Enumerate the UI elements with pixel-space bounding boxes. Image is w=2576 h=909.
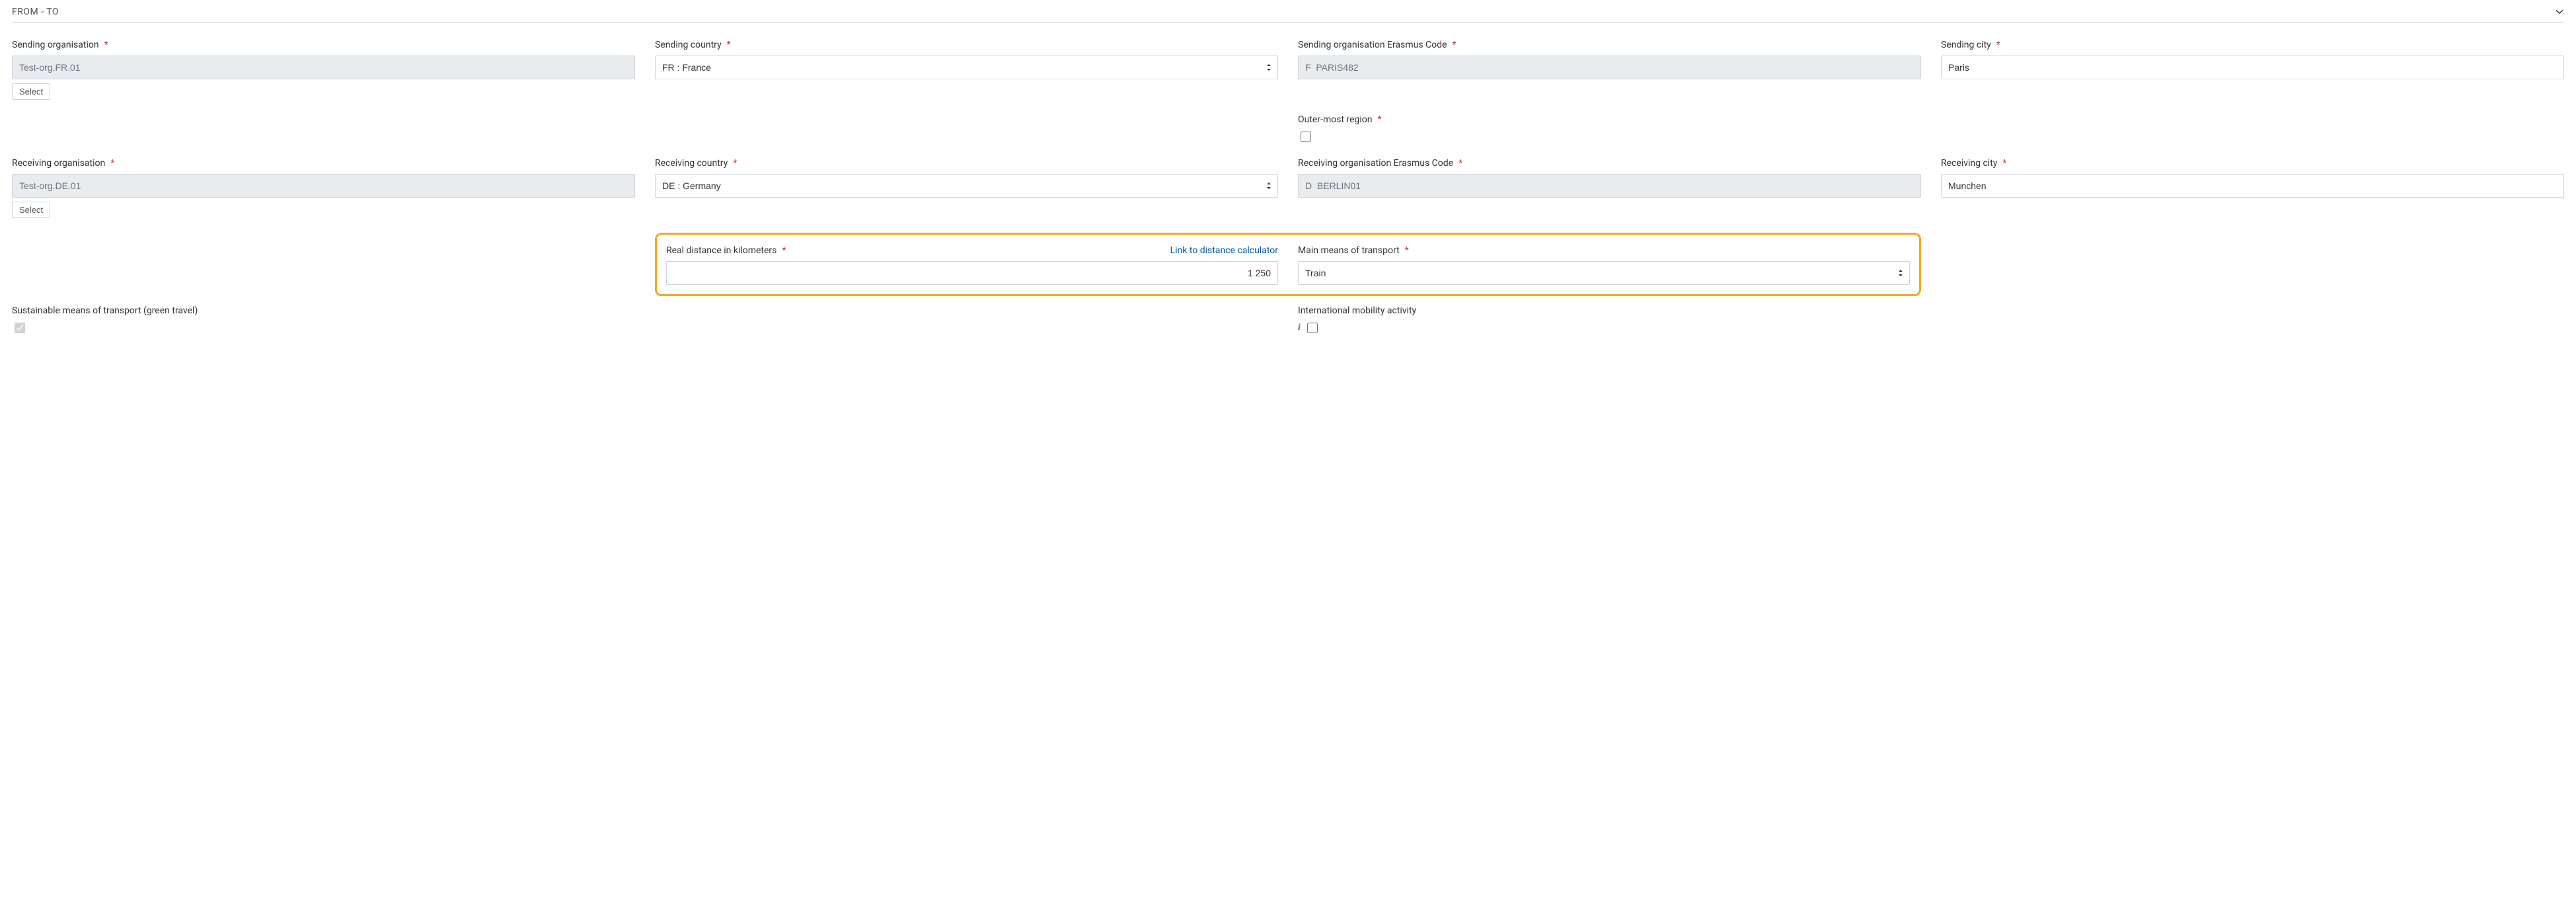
label: Outer-most region (1298, 114, 1373, 125)
label: Receiving organisation Erasmus Code (1298, 158, 1453, 169)
intl-mobility-field: International mobility activity i (1298, 305, 2564, 335)
required-marker: * (733, 159, 737, 168)
outer-region-row: Outer-most region * (12, 114, 2564, 143)
required-marker: * (1458, 159, 1462, 168)
receiving-organisation-field: Receiving organisation * Select (12, 158, 635, 218)
distance-transport-row: Real distance in kilometers * Link to di… (12, 233, 2564, 296)
section-header[interactable]: FROM - TO (12, 0, 2564, 23)
distance-input[interactable] (666, 261, 1278, 285)
sending-erasmus-field: Sending organisation Erasmus Code * (1298, 40, 1921, 100)
distance-transport-highlight: Real distance in kilometers * Link to di… (655, 233, 1921, 296)
required-marker: * (1452, 40, 1456, 50)
label: Real distance in kilometers (666, 245, 777, 256)
green-travel-field: Sustainable means of transport (green tr… (12, 305, 1278, 335)
receiving-country-select[interactable] (655, 174, 1278, 198)
required-marker: * (1378, 115, 1382, 124)
outer-region-field: Outer-most region * (1298, 114, 1921, 143)
sending-country-select[interactable] (655, 56, 1278, 79)
label: Sending organisation (12, 40, 99, 50)
sending-city-input[interactable] (1941, 56, 2564, 79)
transport-field: Main means of transport * (1298, 245, 1910, 285)
outer-region-checkbox[interactable] (1301, 132, 1311, 142)
intl-mobility-checkbox[interactable] (1307, 323, 1318, 333)
required-marker: * (782, 246, 786, 255)
required-marker: * (110, 159, 114, 168)
receiving-erasmus-field: Receiving organisation Erasmus Code * (1298, 158, 1921, 218)
sending-organisation-input (12, 56, 635, 79)
select-sending-org-button[interactable]: Select (12, 83, 50, 100)
transport-select[interactable] (1298, 261, 1910, 285)
bottom-row: Sustainable means of transport (green tr… (12, 305, 2564, 335)
label: Receiving city (1941, 158, 1997, 169)
green-travel-checkbox (15, 323, 25, 333)
label: Main means of transport (1298, 245, 1400, 256)
info-icon[interactable]: i (1298, 323, 1301, 333)
section-title: FROM - TO (12, 7, 59, 17)
label: Sending city (1941, 40, 1991, 50)
label: Sustainable means of transport (green tr… (12, 305, 198, 316)
chevron-down-icon (2555, 7, 2564, 17)
required-marker: * (104, 40, 108, 50)
label: Receiving organisation (12, 158, 105, 169)
receiving-city-field: Receiving city * (1941, 158, 2564, 218)
select-receiving-org-button[interactable]: Select (12, 202, 50, 218)
receiving-city-input[interactable] (1941, 174, 2564, 198)
sending-organisation-field: Sending organisation * Select (12, 40, 635, 100)
sending-erasmus-input (1298, 56, 1921, 79)
receiving-erasmus-input (1298, 174, 1921, 198)
distance-calculator-link[interactable]: Link to distance calculator (1170, 245, 1278, 256)
distance-field: Real distance in kilometers * Link to di… (666, 245, 1278, 285)
required-marker: * (727, 40, 731, 50)
sending-country-field: Sending country * (655, 40, 1278, 100)
receiving-organisation-input (12, 174, 635, 198)
label: Sending country (655, 40, 722, 50)
label: International mobility activity (1298, 305, 1416, 316)
receiving-row: Receiving organisation * Select Receivin… (12, 158, 2564, 218)
label: Receiving country (655, 158, 728, 169)
sending-city-field: Sending city * (1941, 40, 2564, 100)
label: Sending organisation Erasmus Code (1298, 40, 1447, 50)
receiving-country-field: Receiving country * (655, 158, 1278, 218)
required-marker: * (1405, 246, 1409, 255)
sending-row: Sending organisation * Select Sending co… (12, 40, 2564, 100)
required-marker: * (2002, 159, 2006, 168)
required-marker: * (1996, 40, 2000, 50)
